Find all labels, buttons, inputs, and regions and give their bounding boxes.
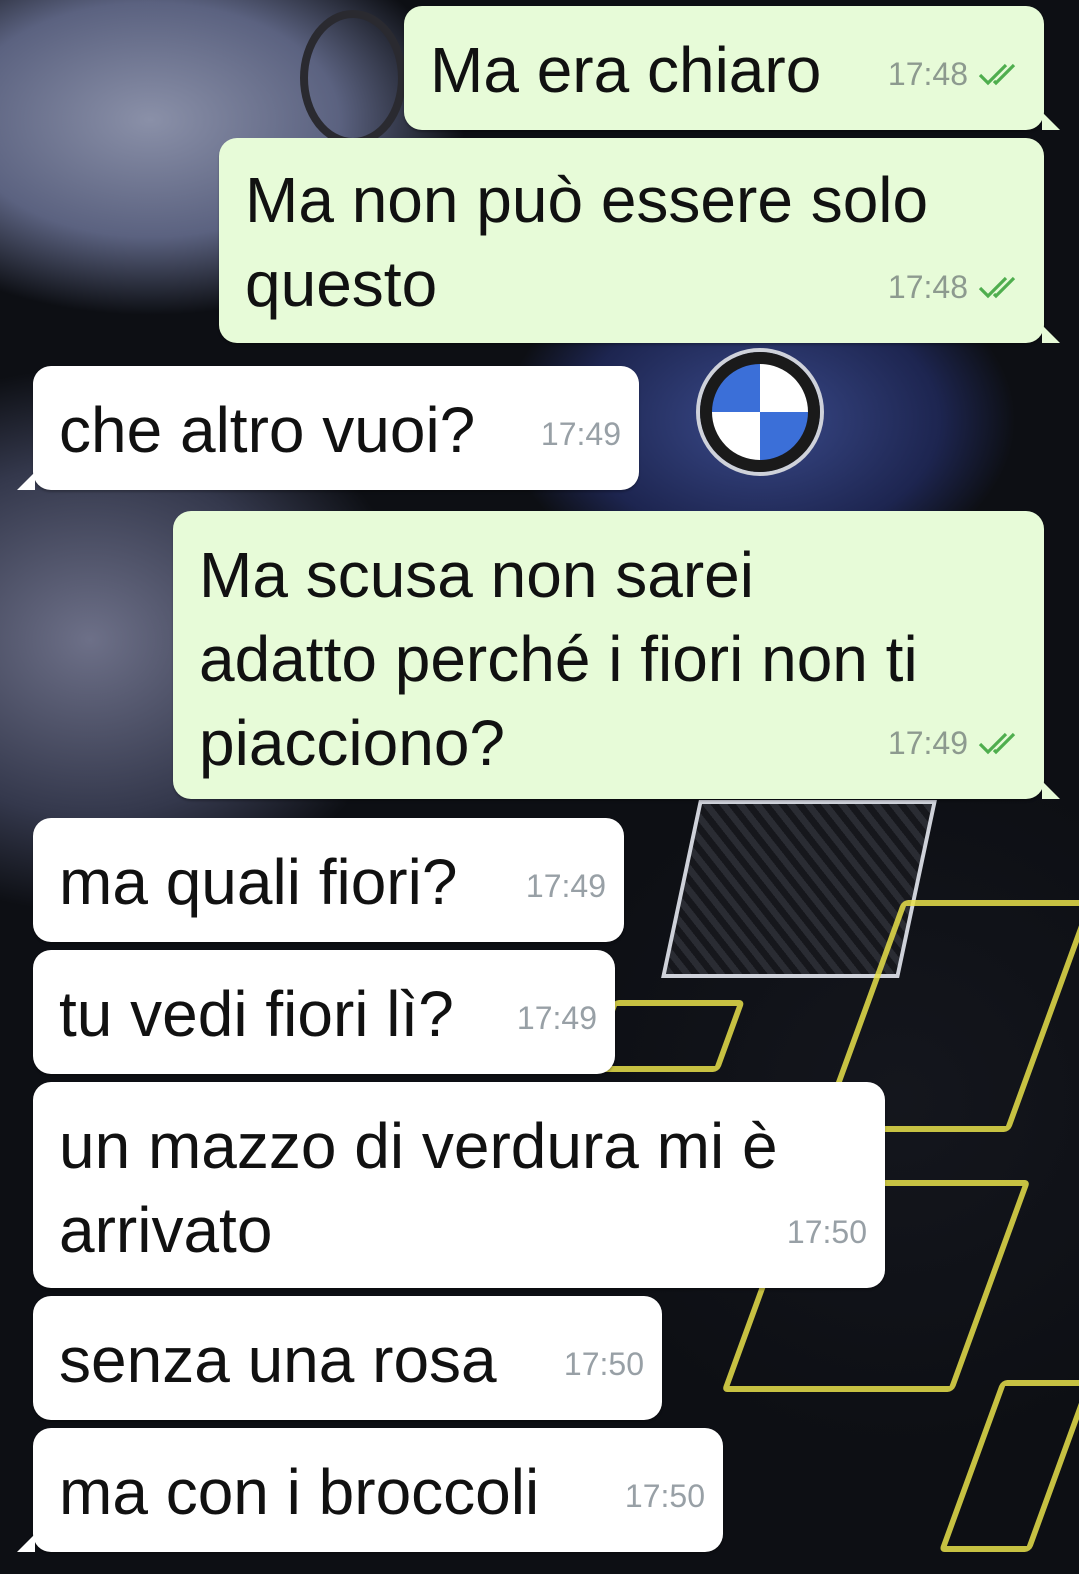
message-time: 17:49 — [525, 868, 606, 904]
message-text: ma con i broccoli — [59, 1456, 540, 1528]
message-meta: 17:50 — [564, 1322, 644, 1406]
message-meta: 17:49 — [888, 701, 1026, 785]
double-check-icon — [978, 276, 1016, 299]
message-text: ma quali fiori? — [59, 846, 458, 918]
message-bubble-outgoing[interactable]: Ma non può essere solo questo 17:48 — [219, 138, 1060, 343]
message-time: 17:49 — [887, 725, 968, 761]
message-meta: 17:50 — [787, 1190, 867, 1274]
message-time: 17:50 — [786, 1214, 867, 1250]
message-meta: 17:49 — [541, 392, 621, 476]
message-meta: 17:49 — [517, 976, 597, 1060]
message-bubble-outgoing[interactable]: Ma scusa non sarei adatto perché i fiori… — [173, 511, 1060, 799]
message-text: un mazzo di verdura mi è arrivato — [59, 1110, 778, 1266]
message-bubble-incoming[interactable]: un mazzo di verdura mi è arrivato 17:50 — [33, 1082, 885, 1288]
message-meta: 17:49 — [526, 844, 606, 928]
double-check-icon — [978, 63, 1016, 86]
message-bubble-incoming[interactable]: che altro vuoi? 17:49 — [17, 366, 639, 490]
message-time: 17:50 — [563, 1346, 644, 1382]
message-bubble-incoming[interactable]: ma con i broccoli 17:50 — [17, 1428, 723, 1552]
message-time: 17:49 — [540, 416, 621, 452]
message-time: 17:48 — [887, 56, 968, 92]
message-bubble-incoming[interactable]: tu vedi fiori lì? 17:49 — [33, 950, 615, 1074]
message-meta: 17:48 — [888, 32, 1026, 116]
message-bubble-outgoing[interactable]: Ma era chiaro 17:48 — [404, 6, 1060, 130]
message-list: Ma era chiaro 17:48 Ma non può essere so… — [0, 0, 1079, 1574]
message-time: 17:49 — [516, 1000, 597, 1036]
message-text: tu vedi fiori lì? — [59, 978, 454, 1050]
message-meta: 17:50 — [625, 1454, 705, 1538]
message-text: che altro vuoi? — [59, 394, 476, 466]
message-text: senza una rosa — [59, 1324, 497, 1396]
double-check-icon — [978, 732, 1016, 755]
message-time: 17:50 — [624, 1478, 705, 1514]
message-meta: 17:48 — [888, 245, 1026, 329]
message-time: 17:48 — [887, 269, 968, 305]
message-bubble-incoming[interactable]: ma quali fiori? 17:49 — [33, 818, 624, 942]
message-bubble-incoming[interactable]: senza una rosa 17:50 — [33, 1296, 662, 1420]
